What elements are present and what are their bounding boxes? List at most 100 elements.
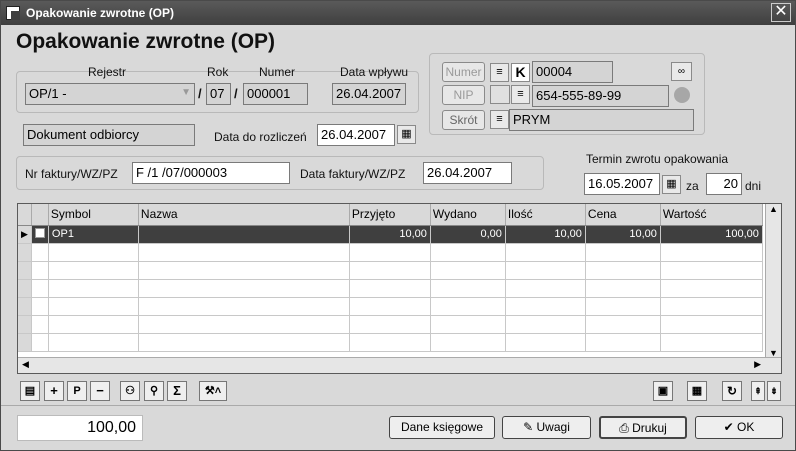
return-date-field[interactable]: 16.05.2007 bbox=[584, 173, 660, 195]
dialog-window: Opakowanie zwrotne (OP) ✕ Opakowanie zwr… bbox=[0, 0, 796, 451]
row-indicator-header bbox=[18, 204, 32, 226]
horizontal-scrollbar[interactable]: ◀ ▶ bbox=[18, 357, 781, 373]
cell-nazwa[interactable] bbox=[138, 225, 350, 244]
binoculars-icon[interactable]: ⚇ bbox=[120, 381, 140, 401]
vertical-scrollbar[interactable]: ▲ ▼ bbox=[765, 204, 781, 358]
data-wplywu-field[interactable]: 26.04.2007 bbox=[332, 83, 406, 105]
dane-ksiegowe-button[interactable]: Dane księgowe bbox=[389, 416, 495, 439]
save-icon[interactable]: ▣ bbox=[653, 381, 673, 401]
empty-row bbox=[18, 279, 763, 298]
rejestr-label: Rejestr bbox=[88, 65, 127, 79]
scroll-left-icon[interactable]: ◀ bbox=[22, 359, 29, 370]
sigma-icon[interactable]: Σ bbox=[167, 381, 187, 401]
column-header[interactable]: Wydano bbox=[430, 204, 506, 226]
numer-label: Numer bbox=[259, 65, 296, 79]
k-icon: K bbox=[511, 63, 530, 82]
calendar-icon[interactable]: ▦ bbox=[397, 125, 416, 144]
return-days-field[interactable]: 20 bbox=[706, 173, 742, 195]
title-bar: Opakowanie zwrotne (OP) ✕ bbox=[1, 1, 795, 25]
chevron-down-icon[interactable]: ▼ bbox=[181, 87, 191, 98]
app-icon bbox=[6, 6, 20, 20]
find-doc-icon[interactable]: ⚲ bbox=[144, 381, 164, 401]
remove-icon[interactable]: − bbox=[90, 381, 110, 401]
rejestr-value: OP/1 - bbox=[29, 86, 67, 101]
numer-field[interactable]: 000001 bbox=[243, 83, 308, 105]
table-row[interactable]: ▶ OP1 10,00 0,00 10,00 10,00 100,00 bbox=[18, 225, 763, 244]
p-icon[interactable]: P bbox=[67, 381, 87, 401]
glasses-icon[interactable]: ∞ bbox=[671, 62, 692, 81]
cell-wartosc[interactable]: 100,00 bbox=[660, 225, 763, 244]
collapse-icon[interactable]: ⇞ bbox=[751, 381, 765, 401]
add-icon[interactable]: + bbox=[44, 381, 64, 401]
separator: / bbox=[234, 86, 238, 101]
column-header[interactable]: Symbol bbox=[48, 204, 139, 226]
contractor-number-field[interactable]: 00004 bbox=[532, 61, 613, 83]
nr-faktury-label: Nr faktury/WZ/PZ bbox=[25, 167, 118, 181]
cell-cena[interactable]: 10,00 bbox=[585, 225, 661, 244]
divider bbox=[1, 405, 795, 406]
expand-icon[interactable]: ⇟ bbox=[767, 381, 781, 401]
window-title: Opakowanie zwrotne (OP) bbox=[26, 6, 175, 20]
contractor-skrot-field[interactable]: PRYM bbox=[509, 109, 694, 131]
empty-row bbox=[18, 333, 763, 352]
total-value: 100,00 bbox=[17, 415, 143, 441]
nr-faktury-field[interactable]: F /1 /07/000003 bbox=[132, 162, 290, 184]
paste-icon[interactable]: ▤ bbox=[20, 381, 40, 401]
column-header[interactable]: Cena bbox=[585, 204, 661, 226]
refresh-icon[interactable]: ↻ bbox=[722, 381, 742, 401]
data-wplywu-label: Data wpływu bbox=[340, 65, 409, 79]
calendar-icon[interactable]: ▦ bbox=[662, 175, 681, 194]
column-header[interactable]: Wartość bbox=[660, 204, 763, 226]
data-faktury-field[interactable]: 26.04.2007 bbox=[423, 162, 512, 184]
checkbox-header bbox=[31, 204, 49, 226]
grid-header: Symbol Nazwa Przyjęto Wydano Ilość Cena … bbox=[18, 204, 763, 226]
dni-label: dni bbox=[745, 179, 762, 193]
column-header[interactable]: Ilość bbox=[505, 204, 586, 226]
document-icon[interactable]: ≡ bbox=[490, 110, 509, 129]
data-faktury-label: Data faktury/WZ/PZ bbox=[300, 167, 406, 181]
check-icon: ✔ bbox=[723, 420, 738, 434]
globe-icon[interactable] bbox=[674, 87, 690, 103]
cell-przyjeto[interactable]: 10,00 bbox=[349, 225, 431, 244]
printer-icon: ⎙ bbox=[619, 421, 633, 435]
cell-wydano[interactable]: 0,00 bbox=[430, 225, 506, 244]
blank-icon bbox=[490, 85, 510, 104]
column-header[interactable]: Nazwa bbox=[138, 204, 350, 226]
document-type-field: Dokument odbiorcy bbox=[23, 124, 195, 146]
empty-row bbox=[18, 243, 763, 262]
data-do-rozliczen-label: Data do rozliczeń bbox=[214, 130, 307, 144]
document-icon[interactable]: ≡ bbox=[490, 63, 509, 82]
column-header[interactable]: Przyjęto bbox=[349, 204, 431, 226]
uwagi-label: Uwagi bbox=[536, 420, 570, 434]
calculator-icon[interactable]: ▦ bbox=[687, 381, 707, 401]
numer-button[interactable]: Numer bbox=[442, 62, 485, 82]
cell-symbol[interactable]: OP1 bbox=[48, 225, 139, 244]
rejestr-select[interactable]: OP/1 - ▼ bbox=[25, 83, 195, 105]
skrot-button[interactable]: Skrót bbox=[442, 110, 485, 130]
data-do-rozliczen-field[interactable]: 26.04.2007 bbox=[317, 124, 395, 146]
close-icon[interactable]: ✕ bbox=[771, 3, 791, 22]
items-grid: Symbol Nazwa Przyjęto Wydano Ilość Cena … bbox=[17, 203, 782, 374]
document-icon[interactable]: ≡ bbox=[511, 85, 530, 104]
drukuj-label: Drukuj bbox=[632, 421, 667, 435]
pen-icon: ✎ bbox=[523, 420, 537, 434]
za-label: za bbox=[686, 179, 699, 193]
rok-label: Rok bbox=[207, 65, 229, 79]
separator: / bbox=[198, 86, 202, 101]
uwagi-button[interactable]: ✎ Uwagi bbox=[502, 416, 591, 439]
ok-button[interactable]: ✔ OK bbox=[695, 416, 783, 439]
rok-field[interactable]: 07 bbox=[206, 83, 231, 105]
row-pointer-icon: ▶ bbox=[18, 225, 32, 244]
drukuj-button[interactable]: ⎙ Drukuj bbox=[599, 416, 687, 439]
tools-icon[interactable]: ⚒˄ bbox=[199, 381, 227, 401]
return-term-label: Termin zwrotu opakowania bbox=[586, 152, 729, 166]
empty-row bbox=[18, 315, 763, 334]
scroll-right-icon[interactable]: ▶ bbox=[754, 359, 761, 370]
nip-button[interactable]: NIP bbox=[442, 85, 485, 105]
scroll-up-icon[interactable]: ▲ bbox=[766, 204, 781, 214]
cell-ilosc[interactable]: 10,00 bbox=[505, 225, 586, 244]
ok-label: OK bbox=[737, 420, 755, 434]
contractor-nip-field[interactable]: 654-555-89-99 bbox=[532, 85, 669, 107]
empty-row bbox=[18, 297, 763, 316]
row-checkbox[interactable] bbox=[31, 225, 49, 244]
